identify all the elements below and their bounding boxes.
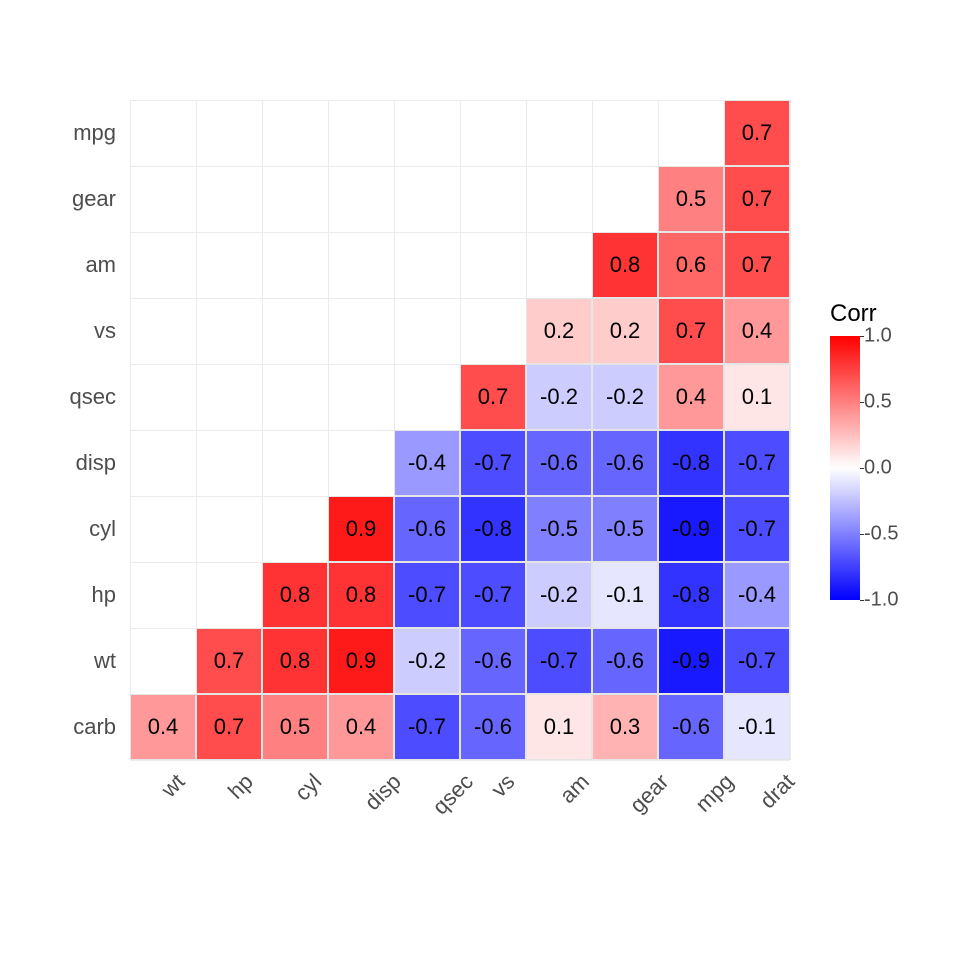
heatmap-cell	[724, 562, 790, 628]
x-axis-tick: vs	[486, 769, 520, 803]
heatmap-cell	[196, 628, 262, 694]
heatmap-cell	[328, 496, 394, 562]
x-axis-tick: drat	[755, 769, 800, 814]
legend-tick: 1.0	[864, 325, 892, 348]
x-axis-tick: wt	[156, 769, 190, 803]
heatmap-cell	[724, 232, 790, 298]
heatmap-cell	[460, 694, 526, 760]
heatmap-cell	[394, 694, 460, 760]
heatmap-cell	[460, 430, 526, 496]
legend: Corr -1.0-0.50.00.51.0	[830, 300, 877, 600]
y-axis-tick: wt	[0, 648, 116, 674]
heatmap-cell	[394, 628, 460, 694]
y-axis-tick: carb	[0, 714, 116, 740]
y-axis-tick: hp	[0, 582, 116, 608]
y-axis-tick: disp	[0, 450, 116, 476]
y-axis-tick: cyl	[0, 516, 116, 542]
heatmap-cell	[592, 232, 658, 298]
heatmap-cell	[328, 562, 394, 628]
x-axis-tick: hp	[223, 769, 259, 805]
heatmap-cell	[658, 166, 724, 232]
legend-colorbar: -1.0-0.50.00.51.0	[830, 336, 860, 600]
y-axis-tick: mpg	[0, 120, 116, 146]
heatmap-cell	[658, 232, 724, 298]
heatmap-cell	[460, 628, 526, 694]
heatmap-cell	[526, 298, 592, 364]
x-axis-tick: disp	[360, 769, 407, 816]
heatmap-cell	[460, 364, 526, 430]
heatmap-cell	[658, 430, 724, 496]
heatmap-cell	[658, 628, 724, 694]
heatmap-cell	[658, 496, 724, 562]
heatmap-cell	[526, 562, 592, 628]
legend-tick: -0.5	[864, 523, 898, 546]
heatmap-cell	[592, 562, 658, 628]
heatmap-cell	[262, 694, 328, 760]
heatmap-cell	[394, 496, 460, 562]
heatmap-cell	[724, 694, 790, 760]
heatmap-cell	[592, 496, 658, 562]
y-axis-tick: gear	[0, 186, 116, 212]
heatmap-cell	[592, 694, 658, 760]
legend-tick: 0.5	[864, 391, 892, 414]
heatmap-cell	[592, 430, 658, 496]
heatmap-cell	[328, 694, 394, 760]
heatmap-cell	[724, 430, 790, 496]
heatmap-cell	[460, 562, 526, 628]
x-axis-tick: cyl	[290, 769, 327, 806]
heatmap-cell	[724, 166, 790, 232]
heatmap-cell	[394, 562, 460, 628]
heatmap-cell	[658, 694, 724, 760]
legend-tick: -1.0	[864, 589, 898, 612]
heatmap-cell	[658, 364, 724, 430]
heatmap-cell	[130, 694, 196, 760]
heatmap-cell	[724, 100, 790, 166]
y-axis-tick: vs	[0, 318, 116, 344]
heatmap-cell	[658, 562, 724, 628]
heatmap-cell	[592, 628, 658, 694]
heatmap-cell	[196, 694, 262, 760]
heatmap-cell	[526, 430, 592, 496]
heatmap-panel: 0.40.70.50.4-0.7-0.60.10.3-0.6-0.10.70.8…	[130, 100, 790, 760]
heatmap-cell	[394, 430, 460, 496]
x-axis-tick: mpg	[690, 769, 739, 818]
heatmap-cell	[658, 298, 724, 364]
heatmap-cell	[526, 694, 592, 760]
heatmap-cell	[526, 364, 592, 430]
legend-tick: 0.0	[864, 457, 892, 480]
heatmap-cell	[724, 628, 790, 694]
heatmap-cell	[526, 628, 592, 694]
heatmap-cell	[724, 298, 790, 364]
heatmap-cell	[724, 364, 790, 430]
heatmap-cell	[328, 628, 394, 694]
heatmap-cell	[262, 628, 328, 694]
y-axis-tick: am	[0, 252, 116, 278]
heatmap-cell	[724, 496, 790, 562]
heatmap-cell	[262, 562, 328, 628]
x-axis-tick: am	[555, 769, 595, 809]
heatmap-cell	[526, 496, 592, 562]
heatmap-cell	[460, 496, 526, 562]
x-axis-tick: gear	[625, 769, 675, 819]
heatmap-cell	[592, 364, 658, 430]
y-axis-tick: qsec	[0, 384, 116, 410]
heatmap-cell	[592, 298, 658, 364]
x-axis-tick: qsec	[427, 769, 478, 820]
